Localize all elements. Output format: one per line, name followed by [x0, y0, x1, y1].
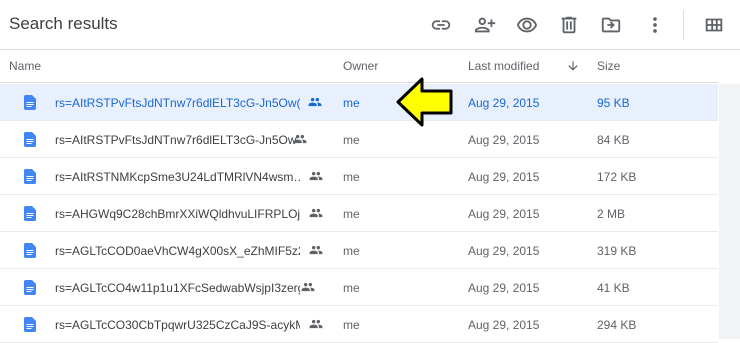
file-row[interactable]: rs=AHGWq9C28chBmrXXiWQldhvuLIFRPLOjj… me…: [0, 195, 718, 232]
shared-people-icon: [309, 208, 323, 218]
file-modified: Aug 29, 2015: [468, 207, 540, 221]
file-modified: Aug 29, 2015: [468, 133, 540, 147]
shared-people-icon: [301, 282, 315, 292]
file-row[interactable]: rs=AItRSTPvFtsJdNTnw7r6dlELT3cG-Jn5Ow(1)…: [0, 84, 718, 121]
file-modified: Aug 29, 2015: [468, 170, 540, 184]
file-name: rs=AGLTcCO4w11p1u1XFcSedwabWsjpI3zerg: [55, 281, 300, 295]
file-row[interactable]: rs=AItRSTPvFtsJdNTnw7r6dlELT3cG-Jn5Ow me…: [0, 121, 718, 158]
doc-file-icon: [24, 95, 36, 110]
file-list: rs=AItRSTPvFtsJdNTnw7r6dlELT3cG-Jn5Ow(1)…: [0, 84, 718, 343]
file-owner: me: [343, 244, 360, 258]
file-size: 2 MB: [597, 207, 626, 221]
column-size[interactable]: Size: [597, 59, 620, 73]
file-row[interactable]: rs=AItRSTNMKcpSme3U24LdTMRlVN4wsm… me Au…: [0, 158, 718, 195]
column-name[interactable]: Name: [9, 59, 41, 73]
file-row[interactable]: rs=AGLTcCOD0aeVhCW4gX00sX_eZhMIF5z2… me …: [0, 232, 718, 269]
shared-people-icon: [293, 134, 307, 144]
more-vert-icon[interactable]: [643, 13, 667, 37]
file-owner: me: [343, 207, 360, 221]
file-name: rs=AHGWq9C28chBmrXXiWQldhvuLIFRPLOjj…: [55, 207, 300, 221]
file-size: 294 KB: [597, 318, 637, 332]
page-title: Search results: [9, 14, 118, 33]
file-size: 319 KB: [597, 244, 637, 258]
doc-file-icon: [24, 169, 36, 184]
scrollbar-track[interactable]: [719, 84, 740, 339]
file-modified: Aug 29, 2015: [468, 281, 540, 295]
arrow-down-icon[interactable]: [566, 59, 580, 73]
file-row[interactable]: rs=AGLTcCO30CbTpqwrU325CzCaJ9S-acykMA me…: [0, 306, 718, 343]
toolbar-divider: [683, 10, 684, 40]
shared-people-icon: [308, 97, 322, 107]
doc-file-icon: [24, 317, 36, 332]
shared-people-icon: [309, 245, 323, 255]
doc-file-icon: [24, 132, 36, 147]
file-row[interactable]: rs=AGLTcCO4w11p1u1XFcSedwabWsjpI3zerg me…: [0, 269, 718, 306]
file-owner: me: [343, 170, 360, 184]
shared-people-icon: [309, 319, 323, 329]
file-size: 95 KB: [597, 96, 630, 110]
column-owner[interactable]: Owner: [343, 59, 378, 73]
link-icon[interactable]: [429, 13, 453, 37]
column-last-modified[interactable]: Last modified: [468, 59, 539, 73]
yellow-arrow-annotation: [396, 77, 453, 127]
column-header: Name Owner Last modified Size: [0, 50, 718, 83]
toolbar: Search results: [0, 0, 740, 50]
file-size: 84 KB: [597, 133, 630, 147]
file-owner: me: [343, 318, 360, 332]
file-modified: Aug 29, 2015: [468, 96, 540, 110]
file-owner: me: [343, 96, 360, 110]
doc-file-icon: [24, 280, 36, 295]
doc-file-icon: [24, 243, 36, 258]
file-name: rs=AGLTcCOD0aeVhCW4gX00sX_eZhMIF5z2…: [55, 244, 300, 258]
file-name: rs=AGLTcCO30CbTpqwrU325CzCaJ9S-acykMA: [55, 318, 300, 332]
file-size: 41 KB: [597, 281, 630, 295]
file-modified: Aug 29, 2015: [468, 318, 540, 332]
file-owner: me: [343, 133, 360, 147]
shared-people-icon: [309, 171, 323, 181]
file-modified: Aug 29, 2015: [468, 244, 540, 258]
add-person-icon[interactable]: [473, 13, 497, 37]
file-name: rs=AItRSTPvFtsJdNTnw7r6dlELT3cG-Jn5Ow(1): [55, 96, 300, 110]
file-name: rs=AItRSTNMKcpSme3U24LdTMRlVN4wsm…: [55, 170, 300, 184]
grid-view-icon[interactable]: [702, 13, 726, 37]
trash-icon[interactable]: [557, 13, 581, 37]
file-name: rs=AItRSTPvFtsJdNTnw7r6dlELT3cG-Jn5Ow: [55, 133, 297, 147]
doc-file-icon: [24, 206, 36, 221]
eye-icon[interactable]: [515, 13, 539, 37]
file-owner: me: [343, 281, 360, 295]
move-to-folder-icon[interactable]: [599, 13, 623, 37]
file-size: 172 KB: [597, 170, 637, 184]
